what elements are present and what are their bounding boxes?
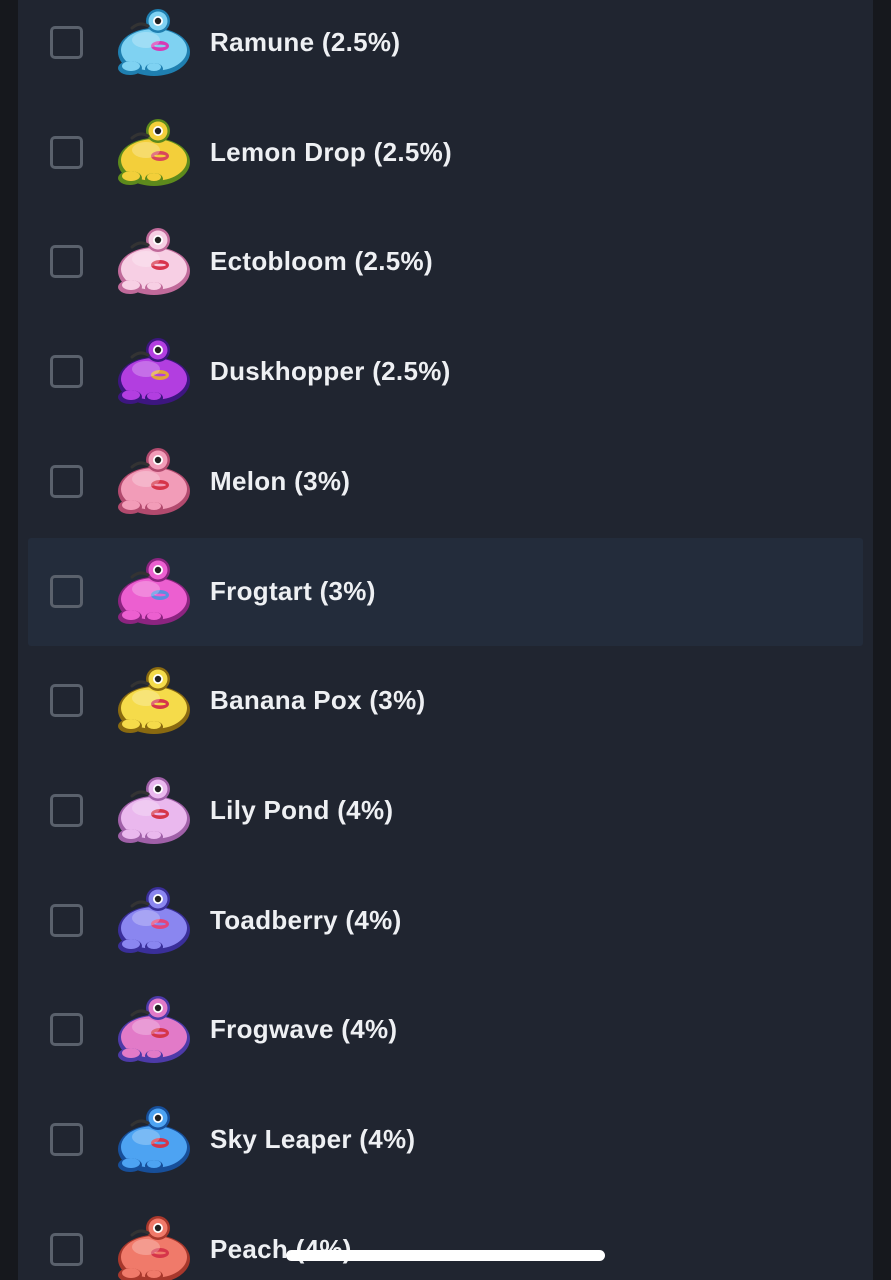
checkbox[interactable]	[50, 26, 83, 59]
frog-variant-row[interactable]: Banana Pox (3%)	[28, 647, 863, 755]
frog-variant-row[interactable]: Frogwave (4%)	[28, 976, 863, 1084]
frog-variant-label: Ramune (2.5%)	[210, 27, 401, 57]
frog-variant-label: Frogwave (4%)	[210, 1014, 398, 1045]
frog-duskhopper-icon	[110, 335, 194, 409]
checkbox[interactable]	[50, 1013, 83, 1047]
frog-variant-row[interactable]: Lily Pond (4%)	[28, 757, 863, 865]
frog-variant-list-panel: Ramune (2.5%) Lemon Drop (2.5%) Ectobloom …	[18, 0, 873, 1280]
checkbox[interactable]	[50, 245, 83, 279]
frog-variant-label: Duskhopper (2.5%)	[210, 356, 451, 387]
frog-variant-row[interactable]: Toadberry (4%)	[28, 867, 863, 975]
frog-toadberry-icon	[110, 884, 194, 958]
frog-variant-label: Melon (3%)	[210, 465, 351, 496]
home-indicator[interactable]	[286, 1250, 605, 1261]
frog-variant-label: Sky Leaper (4%)	[210, 1124, 416, 1154]
frog-sky-leaper-icon	[110, 1103, 194, 1177]
checkbox[interactable]	[50, 684, 83, 718]
frog-variant-label: Lily Pond (4%)	[210, 794, 394, 825]
checkbox[interactable]	[50, 1123, 83, 1156]
frog-ectobloom-icon	[110, 225, 194, 299]
frog-frogwave-icon	[110, 993, 194, 1067]
frog-variant-row[interactable]: Ectobloom (2.5%)	[28, 208, 863, 316]
frog-frogtart-icon	[110, 555, 194, 629]
frog-variant-label: Banana Pox (3%)	[210, 685, 426, 716]
frog-variant-row[interactable]: Sky Leaper (4%)	[28, 1086, 863, 1194]
checkbox[interactable]	[50, 1232, 83, 1266]
frog-variant-label: Lemon Drop (2.5%)	[210, 136, 453, 167]
checkbox[interactable]	[50, 574, 83, 608]
frog-peach-icon	[110, 1213, 194, 1280]
frog-variant-row[interactable]: Lemon Drop (2.5%)	[28, 99, 863, 207]
frog-variant-row[interactable]: Peach (4%)	[28, 1196, 863, 1280]
frog-variant-label: Ectobloom (2.5%)	[210, 246, 433, 277]
frog-lily-pond-icon	[110, 774, 194, 848]
frog-melon-icon	[110, 445, 194, 519]
checkbox[interactable]	[50, 793, 83, 827]
frog-variant-row[interactable]: Frogtart (3%)	[28, 537, 863, 646]
frog-ramune-icon	[110, 6, 194, 80]
checkbox[interactable]	[50, 135, 83, 169]
frog-banana-pox-icon	[110, 664, 194, 738]
frog-variant-label: Frogtart (3%)	[210, 575, 376, 606]
checkbox[interactable]	[50, 903, 83, 937]
frog-lemon-drop-icon	[110, 116, 194, 190]
checkbox[interactable]	[50, 464, 83, 498]
frog-variant-label: Toadberry (4%)	[210, 904, 402, 935]
frog-variant-row[interactable]: Ramune (2.5%)	[28, 0, 863, 97]
checkbox[interactable]	[50, 355, 83, 389]
frog-variant-row[interactable]: Duskhopper (2.5%)	[28, 318, 863, 426]
frog-variant-row[interactable]: Melon (3%)	[28, 428, 863, 536]
